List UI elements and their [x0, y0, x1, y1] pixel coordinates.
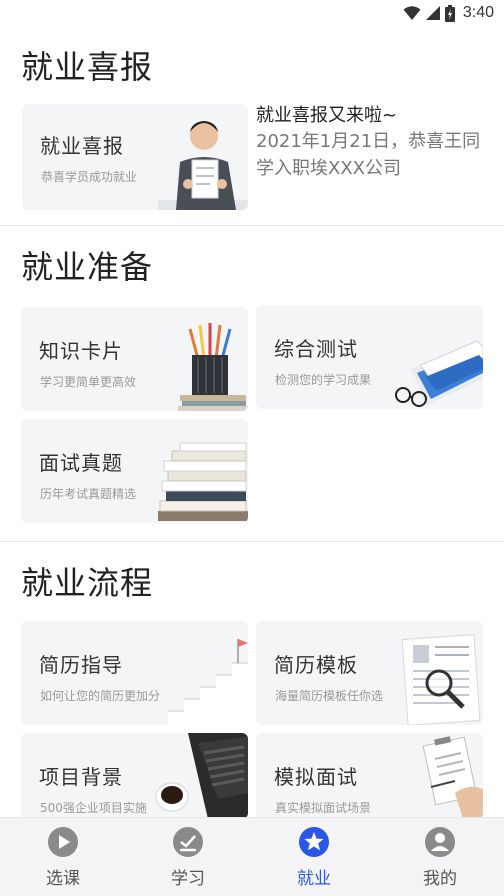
divider [0, 541, 504, 542]
clipboard-hand-image [422, 736, 483, 819]
card-subtitle: 学习更简单更高效 [40, 375, 137, 389]
book-stack-image [158, 442, 248, 521]
report-card[interactable]: 就业喜报 恭喜学员成功就业 [22, 104, 248, 210]
card-title: 面试真题 [39, 451, 123, 475]
comprehensive-test-card[interactable]: 综合测试 检测您的学习成果 [256, 305, 483, 409]
card-subtitle: 500强企业项目实施 [40, 801, 147, 815]
play-icon [48, 827, 78, 857]
stairs-flag-image [168, 639, 248, 725]
status-icons: 3:40 [403, 3, 494, 23]
blue-folders-image [395, 340, 483, 407]
news-headline: 就业喜报又来啦~ [256, 105, 398, 126]
person-holding-certificate-image [158, 121, 248, 210]
cell-signal-icon [425, 6, 440, 20]
nav-label: 选课 [46, 869, 80, 889]
status-time: 3:40 [462, 4, 494, 21]
resume-guidance-card[interactable]: 简历指导 如何让您的简历更加分 [21, 621, 248, 725]
news-item[interactable]: 就业喜报又来啦~ 2021年1月21日，恭喜王同学入职埃XXX公司 [256, 104, 496, 182]
section-title-prep: 就业准备 [21, 248, 154, 286]
divider [0, 225, 504, 226]
nav-label: 学习 [171, 869, 205, 889]
nav-tab-courses[interactable]: 选课 [23, 826, 103, 889]
resume-magnifier-image [401, 634, 481, 725]
card-title: 模拟面试 [274, 765, 358, 789]
star-icon [299, 827, 329, 857]
card-subtitle: 历年考试真题精选 [40, 487, 137, 501]
card-title: 简历指导 [39, 653, 123, 677]
laptop-coffee-image [155, 733, 248, 819]
card-title: 综合测试 [274, 337, 358, 361]
card-title: 简历模板 [274, 653, 358, 677]
nav-tab-mine[interactable]: 我的 [400, 826, 480, 889]
knowledge-cards-card[interactable]: 知识卡片 学习更简单更高效 [21, 307, 248, 411]
section-title-report: 就业喜报 [21, 48, 154, 86]
card-subtitle: 海量简历模板任你选 [275, 689, 384, 703]
card-title: 知识卡片 [39, 339, 123, 363]
card-subtitle: 真实模拟面试场景 [275, 801, 372, 815]
report-card-subtitle: 恭喜学员成功就业 [41, 170, 138, 184]
wifi-icon [403, 6, 421, 20]
status-bar: 3:40 [0, 0, 504, 26]
study-check-icon [173, 827, 203, 857]
mock-interview-card[interactable]: 模拟面试 真实模拟面试场景 [256, 733, 483, 819]
nav-label: 就业 [297, 869, 331, 889]
section-title-flow: 就业流程 [21, 564, 154, 602]
project-background-card[interactable]: 项目背景 500强企业项目实施 [21, 733, 248, 819]
report-card-title: 就业喜报 [40, 134, 124, 158]
profile-icon [425, 827, 455, 857]
interview-questions-card[interactable]: 面试真题 历年考试真题精选 [21, 419, 248, 523]
card-subtitle: 检测您的学习成果 [275, 373, 372, 387]
nav-tab-study[interactable]: 学习 [148, 826, 228, 889]
nav-tab-employment[interactable]: 就业 [274, 826, 354, 889]
resume-template-card[interactable]: 简历模板 海量简历模板任你选 [256, 621, 483, 725]
nav-label: 我的 [423, 869, 457, 889]
card-title: 项目背景 [39, 765, 123, 789]
card-subtitle: 如何让您的简历更加分 [40, 689, 161, 703]
pencil-cup-image [178, 323, 248, 411]
bottom-nav: 选课 学习 就业 我的 [0, 817, 504, 896]
news-body: 2021年1月21日，恭喜王同学入职埃XXX公司 [256, 131, 481, 179]
battery-icon [444, 4, 455, 22]
